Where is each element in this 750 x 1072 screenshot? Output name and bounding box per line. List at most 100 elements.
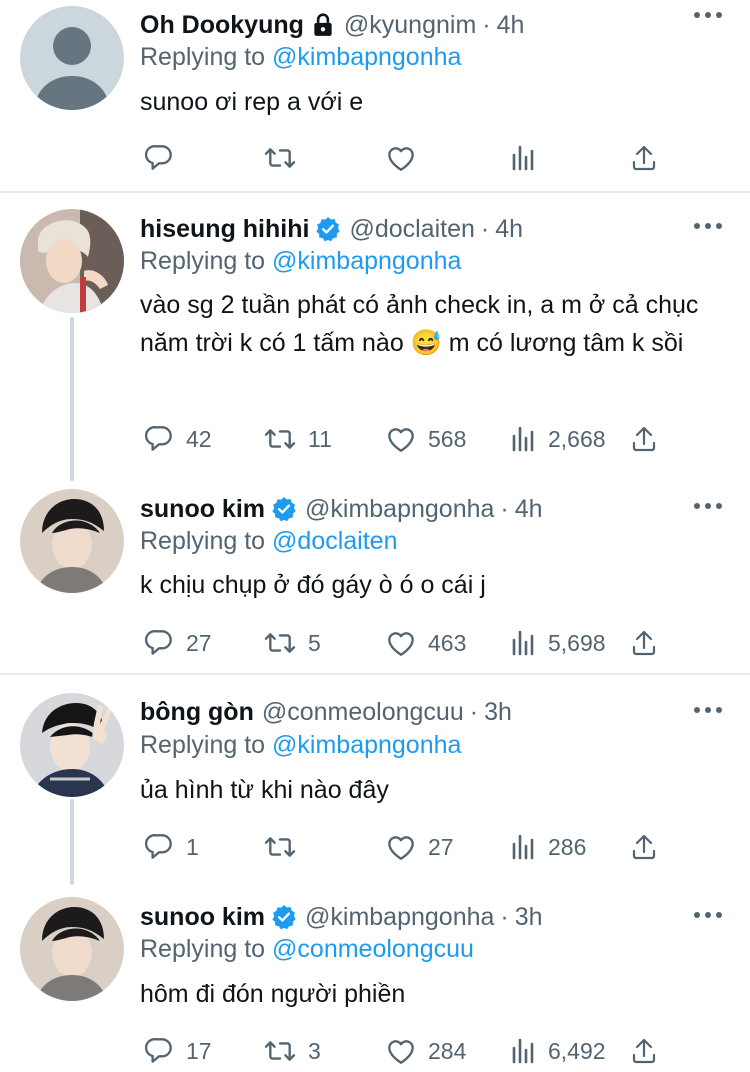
reply-count: 42 xyxy=(186,425,212,452)
like-button[interactable]: 284 xyxy=(384,1033,466,1069)
retweet-button[interactable] xyxy=(262,140,298,176)
tweet-text: ủa hình từ khi nào đây xyxy=(140,776,389,804)
more-icon[interactable] xyxy=(694,912,722,920)
avatar-default[interactable] xyxy=(20,6,124,110)
retweet-button[interactable]: 11 xyxy=(262,421,332,457)
views-button[interactable]: 6,492 xyxy=(508,1033,606,1069)
display-name[interactable]: sunoo kim xyxy=(140,495,265,524)
avatar-sunoo[interactable] xyxy=(20,489,124,593)
like-button[interactable]: 27 xyxy=(384,829,454,865)
share-icon xyxy=(632,630,656,656)
separator-dot: · xyxy=(500,902,509,931)
timestamp[interactable]: 4h xyxy=(495,215,523,244)
share-button[interactable] xyxy=(630,625,658,661)
tweet-text: sunoo ơi rep a với e xyxy=(140,88,364,116)
like-count: 284 xyxy=(428,1037,467,1064)
reply-icon xyxy=(144,145,172,170)
like-button[interactable]: 463 xyxy=(384,625,466,661)
reply-button[interactable] xyxy=(142,140,176,176)
more-icon[interactable] xyxy=(694,12,722,20)
tweet-header: Oh Dookyung @kyungnim · 4h xyxy=(140,8,524,42)
views-button[interactable] xyxy=(508,140,538,176)
handle[interactable]: @kimbapngonha xyxy=(305,903,494,932)
heart-icon xyxy=(388,428,414,452)
more-icon[interactable] xyxy=(694,707,722,715)
reply-button[interactable]: 27 xyxy=(142,625,212,661)
replying-to-link[interactable]: @kimbapngonha xyxy=(272,43,461,71)
tweet-2[interactable]: hiseung hihihi @doclaiten · 4h Replying … xyxy=(0,193,750,481)
reply-icon xyxy=(144,630,172,655)
timestamp[interactable]: 4h xyxy=(497,11,525,40)
like-count: 463 xyxy=(428,629,467,656)
replying-to: Replying to @kimbapngonha xyxy=(140,247,461,276)
replying-to-link[interactable]: @kimbapngonha xyxy=(272,247,461,275)
views-icon xyxy=(512,145,534,171)
views-count: 6,492 xyxy=(548,1037,606,1064)
replying-to: Replying to @kimbapngonha xyxy=(140,731,461,760)
share-button[interactable] xyxy=(630,421,658,457)
views-count: 5,698 xyxy=(548,629,606,656)
avatar-sunoo[interactable] xyxy=(20,897,124,1001)
reply-icon xyxy=(144,1038,172,1063)
handle[interactable]: @doclaiten xyxy=(349,215,474,244)
separator-dot: · xyxy=(482,10,491,39)
views-button[interactable]: 286 xyxy=(508,829,586,865)
views-button[interactable]: 5,698 xyxy=(508,625,606,661)
reply-button[interactable]: 1 xyxy=(142,829,199,865)
like-button[interactable] xyxy=(384,140,418,176)
lock-icon xyxy=(310,12,336,38)
timestamp[interactable]: 4h xyxy=(515,495,543,524)
display-name[interactable]: sunoo kim xyxy=(140,903,265,932)
share-button[interactable] xyxy=(630,140,658,176)
display-name[interactable]: hiseung hihihi xyxy=(140,215,309,244)
reply-button[interactable]: 42 xyxy=(142,421,212,457)
more-icon[interactable] xyxy=(694,223,722,231)
tweet-header: sunoo kim @kimbapngonha · 4h xyxy=(140,492,543,526)
heart-icon xyxy=(388,836,414,860)
replying-to-link[interactable]: @kimbapngonha xyxy=(272,731,461,759)
retweet-count: 11 xyxy=(308,425,332,452)
share-icon xyxy=(632,426,656,452)
replying-to: Replying to @conmeolongcuu xyxy=(140,935,474,964)
share-button[interactable] xyxy=(630,829,658,865)
avatar-bong-gon[interactable] xyxy=(20,693,124,797)
replying-to-link[interactable]: @conmeolongcuu xyxy=(272,935,474,963)
thread-line xyxy=(70,799,74,885)
views-count: 2,668 xyxy=(548,425,606,452)
display-name[interactable]: bông gòn xyxy=(140,698,254,727)
replying-label: Replying to xyxy=(140,247,266,275)
reply-count: 1 xyxy=(186,833,199,860)
share-icon xyxy=(632,145,656,171)
tweet-header: hiseung hihihi @doclaiten · 4h xyxy=(140,212,523,246)
views-icon xyxy=(512,1038,534,1064)
tweet-actions: 17 3 284 6,492 xyxy=(140,1033,680,1069)
share-button[interactable] xyxy=(630,1033,658,1069)
tweet-3[interactable]: sunoo kim @kimbapngonha · 4h Replying to… xyxy=(0,473,750,673)
like-button[interactable]: 568 xyxy=(384,421,466,457)
avatar-hiseung[interactable] xyxy=(20,209,124,313)
retweet-count: 5 xyxy=(308,629,321,656)
retweet-button[interactable]: 3 xyxy=(262,1033,321,1069)
thread-line xyxy=(70,317,74,481)
heart-icon xyxy=(388,147,414,171)
reply-button[interactable]: 17 xyxy=(142,1033,212,1069)
handle[interactable]: @kyungnim xyxy=(344,11,476,40)
timestamp[interactable]: 3h xyxy=(484,698,512,727)
retweet-icon xyxy=(264,1041,296,1061)
timestamp[interactable]: 3h xyxy=(515,903,543,932)
display-name[interactable]: Oh Dookyung xyxy=(140,11,304,40)
tweet-4[interactable]: bông gòn @conmeolongcuu · 3h Replying to… xyxy=(0,675,750,885)
tweet-5[interactable]: sunoo kim @kimbapngonha · 3h Replying to… xyxy=(0,879,750,1072)
separator-dot: · xyxy=(480,214,490,243)
replying-label: Replying to xyxy=(140,527,266,555)
views-button[interactable]: 2,668 xyxy=(508,421,606,457)
tweet-1[interactable]: Oh Dookyung @kyungnim · 4h Replying to @… xyxy=(0,0,750,192)
handle[interactable]: @kimbapngonha xyxy=(305,495,494,524)
retweet-button[interactable]: 5 xyxy=(262,625,321,661)
heart-icon xyxy=(388,632,414,656)
replying-to-link[interactable]: @doclaiten xyxy=(272,527,397,555)
retweet-button[interactable] xyxy=(262,829,308,865)
tweet-actions: 27 5 463 5,698 xyxy=(140,625,680,661)
handle[interactable]: @conmeolongcuu xyxy=(262,698,464,727)
more-icon[interactable] xyxy=(694,503,722,511)
